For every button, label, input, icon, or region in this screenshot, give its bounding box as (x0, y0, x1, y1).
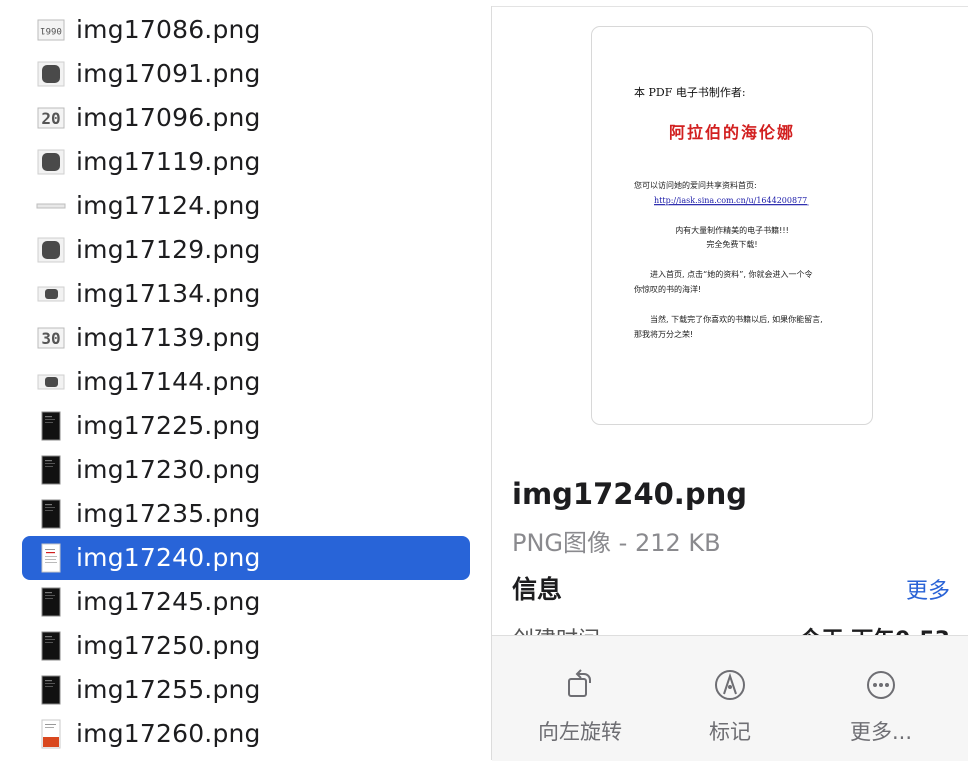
created-value: 今天 下午9:53 (800, 622, 950, 636)
doc-free-line: 完全免费下载! (706, 239, 757, 249)
small-blob-thumbnail-icon (36, 279, 66, 309)
doc-visit-line: 您可以访问她的爱问共享资料首页: (634, 180, 757, 190)
file-row[interactable]: 20 img17096.png (22, 96, 470, 140)
file-row[interactable]: img17129.png (22, 228, 470, 272)
markup-icon (715, 670, 745, 700)
file-row[interactable]: img17134.png (22, 272, 470, 316)
rotated-text-thumbnail-icon: 0661 (36, 15, 66, 45)
file-row[interactable]: img17245.png (22, 580, 470, 624)
doc-url-link: http://iask.sina.com.cn/u/1644200877 (654, 196, 807, 205)
dark-page-thumbnail-icon (36, 499, 66, 529)
number-thumbnail-icon: 20 (36, 103, 66, 133)
preview-file-meta: PNG图像 - 212 KB (512, 529, 721, 557)
info-row-created: 创建时间 今天 下午9:53 (492, 619, 968, 636)
file-name: img17144.png (76, 367, 261, 396)
gray-blob-thumbnail-icon (36, 235, 66, 265)
file-row[interactable]: 30 img17139.png (22, 316, 470, 360)
rotate-left-button[interactable]: 向左旋转 (505, 636, 655, 761)
doc-maker-line: 本 PDF 电子书制作者: (634, 85, 746, 99)
file-row[interactable]: img17124.png (22, 184, 470, 228)
white-page-thumbnail-icon (36, 543, 66, 573)
file-name: img17091.png (76, 59, 261, 88)
file-row-selected[interactable]: img17240.png (22, 536, 470, 580)
dark-page-thumbnail-icon (36, 411, 66, 441)
file-row[interactable]: img17225.png (22, 404, 470, 448)
quick-actions-bar: 向左旋转 标记 更多... (492, 635, 968, 761)
dark-page-thumbnail-icon (36, 455, 66, 485)
doc-content-line: 内有大量制作精美的电子书籍!!! (675, 225, 789, 235)
file-name: img17230.png (76, 455, 261, 484)
file-name: img17129.png (76, 235, 261, 264)
file-row[interactable]: img17119.png (22, 140, 470, 184)
rotate-left-label: 向左旋转 (538, 720, 622, 744)
file-row[interactable]: img17091.png (22, 52, 470, 96)
markup-button[interactable]: 标记 (655, 636, 805, 761)
doc-author-name: 阿拉伯的海伦娜 (669, 123, 795, 142)
doc-download-line: 当然, 下载完了你喜欢的书籍以后, 如果你能留言, (650, 314, 823, 324)
dark-page-thumbnail-icon (36, 631, 66, 661)
file-row[interactable]: img17235.png (22, 492, 470, 536)
more-icon (867, 671, 895, 699)
file-name: img17225.png (76, 411, 261, 440)
gray-blob-thumbnail-icon (36, 59, 66, 89)
doc-enter-line: 进入首页, 点击“她的资料”, 你就会进入一个令 (650, 269, 812, 279)
doc-ocean-line: 你惊叹的书的海洋! (634, 284, 701, 294)
file-row[interactable]: img17230.png (22, 448, 470, 492)
file-name: img17086.png (76, 15, 261, 44)
preview-pane: 本 PDF 电子书制作者: 阿拉伯的海伦娜 您可以访问她的爱问共享资料首页: h… (492, 7, 968, 761)
doc-honor-line: 那我将万分之荣! (634, 329, 693, 339)
file-name: img17119.png (76, 147, 261, 176)
file-name: img17260.png (76, 719, 261, 748)
file-row[interactable]: img17250.png (22, 624, 470, 668)
info-more-link[interactable]: 更多 (906, 573, 950, 605)
file-row[interactable]: img17255.png (22, 668, 470, 712)
file-name: img17255.png (76, 675, 261, 704)
document-preview[interactable]: 本 PDF 电子书制作者: 阿拉伯的海伦娜 您可以访问她的爱问共享资料首页: h… (591, 26, 873, 425)
thumbnail-text: 20 (41, 108, 61, 128)
thumbnail-text: 0661 (40, 25, 62, 35)
file-name: img17240.png (76, 543, 261, 572)
number-thumbnail-icon: 30 (36, 323, 66, 353)
file-name: img17250.png (76, 631, 261, 660)
file-name: img17134.png (76, 279, 261, 308)
rotate-left-icon (568, 669, 591, 697)
dark-page-thumbnail-icon (36, 675, 66, 705)
info-heading: 信息 (512, 575, 563, 604)
created-label: 创建时间 (512, 622, 600, 636)
file-row[interactable]: img17260.png (22, 712, 470, 756)
file-name: img17245.png (76, 587, 261, 616)
file-name: img17235.png (76, 499, 261, 528)
file-row[interactable]: img17144.png (22, 360, 470, 404)
more-actions-label: 更多... (849, 720, 913, 744)
more-actions-button[interactable]: 更多... (806, 636, 956, 761)
line-thumbnail-icon (36, 191, 66, 221)
gray-blob-thumbnail-icon (36, 147, 66, 177)
markup-label: 标记 (709, 720, 751, 744)
dark-page-thumbnail-icon (36, 587, 66, 617)
preview-file-title: img17240.png (512, 477, 747, 511)
file-name: img17096.png (76, 103, 261, 132)
file-list[interactable]: 0661 img17086.png img17091.png 20 img17096.p… (0, 0, 491, 760)
orange-page-thumbnail-icon (36, 719, 66, 749)
file-name: img17139.png (76, 323, 261, 352)
file-row[interactable]: 0661 img17086.png (22, 8, 470, 52)
file-name: img17124.png (76, 191, 261, 220)
small-blob-thumbnail-icon (36, 367, 66, 397)
thumbnail-text: 30 (41, 328, 61, 348)
